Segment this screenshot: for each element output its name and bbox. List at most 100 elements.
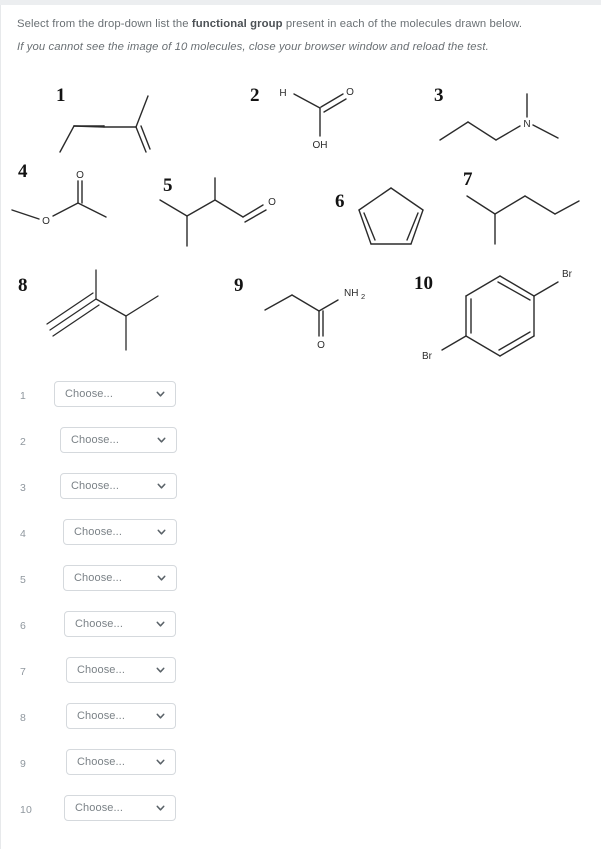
molecule-5: 5 O — [155, 176, 305, 256]
functional-group-select-2[interactable]: Choose... — [60, 427, 177, 453]
chevron-down-icon[interactable] — [155, 619, 166, 630]
select-value-5: Choose... — [74, 572, 122, 584]
select-value-8: Choose... — [77, 710, 125, 722]
functional-group-select-3[interactable]: Choose... — [60, 473, 177, 499]
molecule-10-structure: Br Br — [422, 269, 573, 362]
answer-row-8: 8 Choose... — [0, 700, 601, 746]
functional-group-select-9[interactable]: Choose... — [66, 749, 176, 775]
atom-label-o-5: O — [268, 197, 276, 208]
atom-label-o-carbonyl-4: O — [76, 170, 84, 181]
answer-row-number-4: 4 — [20, 528, 27, 540]
instructions-block: Select from the drop-down list the funct… — [17, 14, 587, 57]
answer-select-wrap-7: Choose... — [66, 657, 176, 683]
answer-select-wrap-9: Choose... — [66, 749, 176, 775]
answer-row-number-2: 2 — [20, 436, 27, 448]
instruction-text-pre: Select from the drop-down list the — [17, 18, 192, 30]
chevron-down-icon[interactable] — [156, 435, 167, 446]
answers-list: 1 Choose... 2 Choose... 3 Choose... 4 Ch… — [0, 378, 601, 838]
molecule-3-structure: N — [439, 93, 559, 141]
atom-label-br-bottom-10: Br — [422, 351, 433, 362]
atom-label-o-9: O — [317, 340, 325, 351]
atom-label-n-3: N — [523, 119, 530, 130]
chevron-down-icon[interactable] — [155, 711, 166, 722]
answer-row-7: 7 Choose... — [0, 654, 601, 700]
select-value-7: Choose... — [77, 664, 125, 676]
answer-select-wrap-3: Choose... — [60, 473, 177, 499]
atom-label-o-2: O — [346, 87, 354, 98]
chevron-down-icon[interactable] — [156, 573, 167, 584]
answer-row-number-10: 10 — [20, 804, 33, 816]
atom-label-o-ester-4: O — [42, 216, 50, 227]
chevron-down-icon[interactable] — [155, 757, 166, 768]
molecule-9-structure: NH 2 O — [264, 288, 365, 351]
molecule-2-structure: H O OH — [279, 87, 354, 151]
answer-row-number-3: 3 — [20, 482, 27, 494]
answer-select-wrap-8: Choose... — [66, 703, 176, 729]
answer-row-number-8: 8 — [20, 712, 27, 724]
answer-row-5: 5 Choose... — [0, 562, 601, 608]
molecule-5-structure: O — [159, 177, 276, 247]
select-value-4: Choose... — [74, 526, 122, 538]
atom-label-h-2: H — [279, 88, 286, 99]
answer-row-6: 6 Choose... — [0, 608, 601, 654]
answer-row-number-7: 7 — [20, 666, 27, 678]
molecule-3: 3 N — [430, 86, 580, 156]
molecule-7-structure — [466, 195, 580, 245]
select-value-1: Choose... — [65, 388, 113, 400]
chevron-down-icon[interactable] — [155, 389, 166, 400]
answer-select-wrap-10: Choose... — [64, 795, 176, 821]
chevron-down-icon[interactable] — [155, 803, 166, 814]
functional-group-select-10[interactable]: Choose... — [64, 795, 176, 821]
molecule-8: 8 — [14, 268, 194, 368]
instruction-emphasis: functional group — [191, 18, 283, 30]
answer-row-number-1: 1 — [20, 390, 27, 402]
answer-row-3: 3 Choose... — [0, 470, 601, 516]
molecule-8-structure — [46, 269, 159, 351]
select-value-9: Choose... — [77, 756, 125, 768]
molecule-6: 6 — [333, 182, 438, 252]
instruction-line-1: Select from the drop-down list the funct… — [17, 14, 587, 34]
instruction-line-2: If you cannot see the image of 10 molecu… — [17, 41, 489, 53]
molecule-4-structure: O O — [11, 170, 107, 227]
answer-row-number-5: 5 — [20, 574, 27, 586]
molecule-board: 1 2 H O OH 3 N 4 O O 5 O 6 7 8 9 NH 2 O … — [0, 72, 601, 372]
select-value-2: Choose... — [71, 434, 119, 446]
functional-group-select-7[interactable]: Choose... — [66, 657, 176, 683]
functional-group-select-4[interactable]: Choose... — [63, 519, 177, 545]
answer-row-number-6: 6 — [20, 620, 27, 632]
molecule-9: 9 NH 2 O — [234, 270, 384, 360]
select-value-10: Choose... — [75, 802, 123, 814]
instruction-text-post: present in each of the molecules drawn b… — [282, 18, 523, 30]
molecule-7: 7 — [455, 170, 585, 248]
answer-row-9: 9 Choose... — [0, 746, 601, 792]
answer-select-wrap-1: Choose... — [54, 381, 176, 407]
chevron-down-icon[interactable] — [156, 527, 167, 538]
molecule-10: 10 Br Br — [410, 264, 595, 364]
chevron-down-icon[interactable] — [156, 481, 167, 492]
molecule-6-structure — [358, 187, 424, 245]
answer-row-1: 1 Choose... — [0, 378, 601, 424]
answer-row-4: 4 Choose... — [0, 516, 601, 562]
molecule-4: 4 O O — [6, 162, 126, 240]
quiz-page: Select from the drop-down list the funct… — [0, 0, 601, 849]
molecule-1-structure — [59, 95, 151, 153]
answer-select-wrap-6: Choose... — [64, 611, 176, 637]
answer-row-number-9: 9 — [20, 758, 27, 770]
answer-row-2: 2 Choose... — [0, 424, 601, 470]
functional-group-select-5[interactable]: Choose... — [63, 565, 177, 591]
answer-select-wrap-5: Choose... — [63, 565, 177, 591]
select-value-6: Choose... — [75, 618, 123, 630]
answer-select-wrap-2: Choose... — [60, 427, 177, 453]
atom-label-br-top-10: Br — [562, 269, 573, 280]
chevron-down-icon[interactable] — [155, 665, 166, 676]
molecule-2: 2 H O OH — [250, 84, 370, 166]
atom-label-nh-9: NH — [344, 288, 358, 299]
atom-label-oh-2: OH — [313, 140, 328, 151]
select-value-3: Choose... — [71, 480, 119, 492]
atom-label-nh-sub-9: 2 — [361, 292, 365, 301]
functional-group-select-8[interactable]: Choose... — [66, 703, 176, 729]
functional-group-select-6[interactable]: Choose... — [64, 611, 176, 637]
answer-select-wrap-4: Choose... — [63, 519, 177, 545]
page-top-strip — [0, 0, 601, 5]
functional-group-select-1[interactable]: Choose... — [54, 381, 176, 407]
